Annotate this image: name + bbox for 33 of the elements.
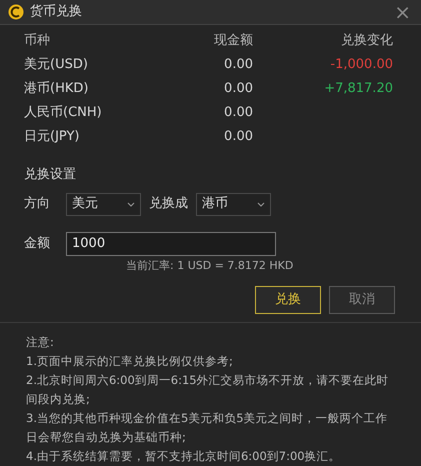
note-text: 3.当您的其他币种现金价值在5美元和负5美元之间时，一般两个工作日会帮您自动兑换为基础币种; [26, 410, 389, 446]
direction-label: 方向 [24, 195, 50, 214]
currency-name: 日元(JPY) [24, 128, 80, 146]
convert-to-label: 兑换成 [149, 195, 188, 214]
currency-dropdown[interactable]: 美元 [66, 192, 141, 216]
currency-dropdown[interactable]: 港币 [196, 192, 271, 216]
amount-field[interactable]: 1000 [66, 232, 276, 256]
cash-amount: 0.00 [223, 128, 253, 146]
column-header: 现金额 [213, 32, 253, 50]
window-title: 货币兑换 [30, 3, 82, 22]
note-text: 4.由于系统结算需要，暂不支持北京时间6:00到7:00换汇。 [26, 448, 342, 465]
cash-amount: 0.00 [223, 80, 253, 98]
caret-icon [127, 202, 135, 206]
section-title: 兑换设置 [24, 166, 77, 184]
column-header: 币种 [24, 32, 51, 50]
exchange-button[interactable]: 兑换 [255, 286, 321, 314]
caret-icon [257, 202, 265, 206]
amount-label: 金额 [24, 234, 50, 253]
note-text: 2.北京时间周六6:00到周一6:15外汇交易市场不开放，请不要在此时间段内兑换; [26, 372, 390, 408]
column-header: 兑换变化 [340, 32, 393, 50]
currency-name: 港币(HKD) [24, 80, 90, 98]
coin-logo-icon [8, 4, 24, 20]
note-text: 1.页面中展示的汇率兑换比例仅供参考; [26, 353, 234, 370]
note-text: 注意: [26, 334, 55, 351]
currency-name: 人民币(CNH) [24, 104, 103, 122]
currency-name: 美元(USD) [24, 56, 89, 74]
cash-amount: 0.00 [223, 56, 253, 74]
close-button[interactable]: × [392, 2, 413, 22]
exchange-change: -1,000.00 [329, 56, 393, 74]
exchange-change: +7,817.20 [323, 80, 393, 98]
cash-amount: 0.00 [223, 104, 253, 122]
cancel-button[interactable]: 取消 [329, 286, 395, 314]
exchange-rate: 当前汇率: 1 USD = 7.8172 HKD [125, 258, 294, 274]
